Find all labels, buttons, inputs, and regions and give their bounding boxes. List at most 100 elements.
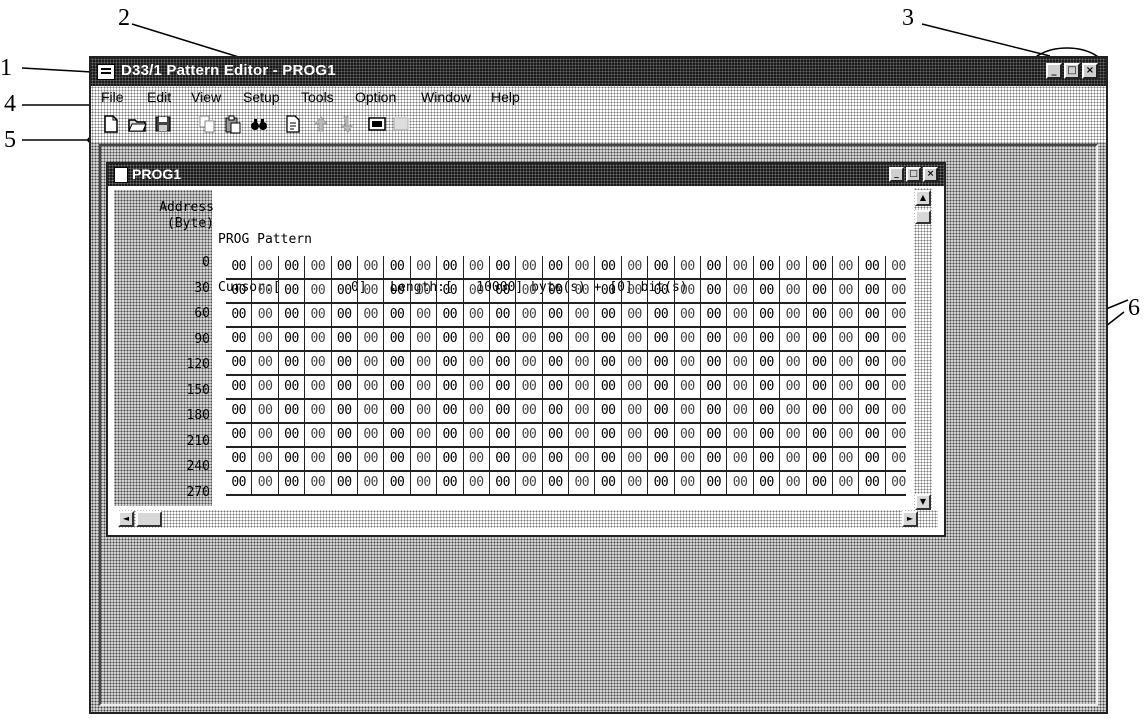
hex-cell[interactable]: 00 [886, 256, 906, 278]
hex-cell[interactable]: 00 [780, 400, 807, 422]
hex-cell[interactable]: 00 [780, 304, 807, 326]
vertical-scrollbar[interactable]: ▲ ▼ [914, 188, 932, 514]
hex-cell[interactable]: 00 [754, 472, 781, 494]
hex-cell[interactable]: 00 [886, 352, 906, 374]
hex-cell[interactable]: 00 [780, 280, 807, 302]
hex-cell[interactable]: 00 [807, 472, 833, 494]
hex-cell[interactable]: 00 [464, 400, 490, 422]
hex-cell[interactable]: 00 [464, 280, 490, 302]
hex-cell[interactable]: 00 [332, 352, 358, 374]
hex-cell[interactable]: 00 [727, 472, 754, 494]
hex-cell[interactable]: 00 [437, 448, 464, 470]
hex-cell[interactable]: 00 [622, 256, 649, 278]
hex-cell[interactable]: 00 [543, 280, 570, 302]
hex-cell[interactable]: 00 [780, 376, 807, 398]
hex-cell[interactable]: 00 [807, 328, 833, 350]
hex-cell[interactable]: 00 [305, 304, 332, 326]
hex-cell[interactable]: 00 [833, 304, 860, 326]
scroll-right-button[interactable]: ► [902, 511, 918, 527]
hex-cell[interactable]: 00 [886, 448, 906, 470]
arrow-down-icon[interactable] [339, 114, 359, 134]
hex-cell[interactable]: 00 [622, 304, 649, 326]
hex-cell[interactable]: 00 [886, 304, 906, 326]
arrow-up-icon[interactable] [311, 114, 331, 134]
hex-cell[interactable]: 00 [279, 472, 306, 494]
hex-cell[interactable]: 00 [886, 376, 906, 398]
hex-cell[interactable]: 00 [332, 400, 358, 422]
hex-cell[interactable]: 00 [437, 472, 464, 494]
hex-cell[interactable]: 00 [384, 424, 411, 446]
hex-cell[interactable]: 00 [384, 448, 411, 470]
hex-cell[interactable]: 00 [543, 352, 570, 374]
hex-cell[interactable]: 00 [305, 472, 332, 494]
hex-cell[interactable]: 00 [886, 424, 906, 446]
hex-cell[interactable]: 00 [727, 256, 754, 278]
hex-cell[interactable]: 00 [675, 400, 702, 422]
hex-cell[interactable]: 00 [490, 328, 517, 350]
hex-cell[interactable]: 00 [886, 328, 906, 350]
copy-icon[interactable] [197, 114, 217, 134]
hex-cell[interactable]: 00 [780, 472, 807, 494]
hex-cell[interactable]: 00 [490, 352, 517, 374]
hex-cell[interactable]: 00 [569, 280, 596, 302]
hex-cell[interactable]: 00 [727, 448, 754, 470]
hex-cell[interactable]: 00 [807, 280, 833, 302]
hex-cell[interactable]: 00 [437, 256, 464, 278]
hex-cell[interactable]: 00 [226, 472, 253, 494]
hex-cell[interactable]: 00 [384, 304, 411, 326]
hex-cell[interactable]: 00 [622, 424, 649, 446]
hex-cell[interactable]: 00 [833, 352, 860, 374]
hex-cell[interactable]: 00 [464, 376, 490, 398]
hex-cell[interactable]: 00 [727, 424, 754, 446]
hex-cell[interactable]: 00 [226, 424, 253, 446]
menu-option[interactable]: Option [355, 89, 396, 105]
hex-cell[interactable]: 00 [437, 400, 464, 422]
hex-cell[interactable]: 00 [859, 352, 886, 374]
hex-cell[interactable]: 00 [358, 376, 385, 398]
hex-cell[interactable]: 00 [384, 328, 411, 350]
hex-cell[interactable]: 00 [859, 376, 886, 398]
new-icon[interactable] [101, 114, 121, 134]
hex-cell[interactable]: 00 [675, 472, 702, 494]
hex-cell[interactable]: 00 [807, 352, 833, 374]
hex-cell[interactable]: 00 [701, 424, 728, 446]
hex-cell[interactable]: 00 [411, 352, 438, 374]
hex-cell[interactable]: 00 [305, 400, 332, 422]
hex-cell[interactable]: 00 [780, 448, 807, 470]
hex-cell[interactable]: 00 [226, 376, 253, 398]
find-icon[interactable] [249, 114, 269, 134]
hex-cell[interactable]: 00 [569, 328, 596, 350]
hex-cell[interactable]: 00 [622, 352, 649, 374]
hex-cell[interactable]: 00 [807, 256, 833, 278]
hex-cell[interactable]: 00 [648, 376, 675, 398]
hex-cell[interactable]: 00 [701, 352, 728, 374]
hex-cell[interactable]: 00 [358, 328, 385, 350]
hex-cell[interactable]: 00 [833, 472, 860, 494]
hex-cell[interactable]: 00 [358, 280, 385, 302]
child-minimize-button[interactable]: _ [889, 167, 904, 182]
hex-cell[interactable]: 00 [411, 280, 438, 302]
display-icon[interactable] [391, 114, 411, 134]
hex-cell[interactable]: 00 [754, 448, 781, 470]
hex-cell[interactable]: 00 [701, 328, 728, 350]
open-icon[interactable] [127, 114, 147, 134]
hex-cell[interactable]: 00 [279, 424, 306, 446]
hex-cell[interactable]: 00 [464, 472, 490, 494]
maximize-button[interactable]: □ [1064, 63, 1080, 79]
hex-cell[interactable]: 00 [252, 400, 279, 422]
hex-cell[interactable]: 00 [648, 424, 675, 446]
scroll-left-button[interactable]: ◄ [118, 511, 134, 527]
hex-cell[interactable]: 00 [886, 400, 906, 422]
hex-cell[interactable]: 00 [595, 328, 622, 350]
hex-cell[interactable]: 00 [754, 424, 781, 446]
hex-cell[interactable]: 00 [279, 256, 306, 278]
menu-tools[interactable]: Tools [301, 89, 334, 105]
hex-cell[interactable]: 00 [516, 472, 543, 494]
hex-cell[interactable]: 00 [358, 400, 385, 422]
hex-cell[interactable]: 00 [543, 256, 570, 278]
hex-cell[interactable]: 00 [411, 376, 438, 398]
hex-cell[interactable]: 00 [384, 376, 411, 398]
hex-cell[interactable]: 00 [252, 376, 279, 398]
hex-cell[interactable]: 00 [754, 352, 781, 374]
hex-cell[interactable]: 00 [226, 448, 253, 470]
